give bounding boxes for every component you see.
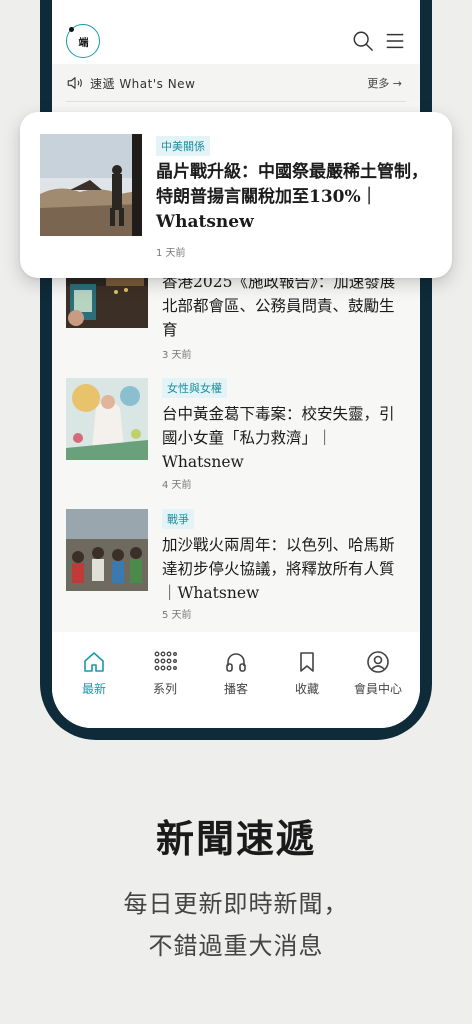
- bottom-tab-bar: 最新 系列 播客 收藏 會員中心: [52, 632, 420, 728]
- article-tag[interactable]: 女性與女權: [162, 378, 227, 398]
- grid-icon: [154, 651, 177, 671]
- promo-line-1: 每日更新即時新聞，: [123, 890, 349, 918]
- tab-member-center[interactable]: 會員中心: [343, 650, 413, 697]
- search-icon[interactable]: [352, 30, 374, 52]
- article-time: 3 天前: [162, 350, 192, 361]
- tab-label: 最新: [81, 682, 106, 696]
- whats-new-bar[interactable]: 速遞 What's New 更多 →: [52, 64, 420, 102]
- featured-time: 1 天前: [156, 248, 186, 259]
- article-time: 4 天前: [162, 480, 192, 491]
- article-time: 5 天前: [162, 610, 192, 621]
- home-icon: [84, 652, 104, 672]
- whats-new-label: 速遞 What's New: [90, 77, 196, 91]
- article-title: 香港2025《施政報告》：加速發展北部都會區、公務員問責、鼓勵生育: [162, 273, 396, 339]
- tab-podcast[interactable]: 播客: [201, 650, 271, 697]
- top-bar: 端: [52, 0, 420, 64]
- featured-title: 晶片戰升級：中國祭最嚴稀土管制，特朗普揚言關稅加至130%｜Whatsnew: [156, 162, 428, 232]
- logo-dot: [69, 27, 74, 32]
- more-link[interactable]: 更多 →: [367, 75, 402, 91]
- tab-label: 收藏: [294, 682, 319, 696]
- tab-latest[interactable]: 最新: [59, 650, 129, 697]
- headphones-icon: [226, 653, 246, 672]
- tab-label: 會員中心: [353, 682, 402, 696]
- bookmark-icon: [300, 652, 314, 672]
- promo-headline: 新聞速遞: [155, 816, 316, 861]
- promo-line-2: 不錯過重大消息: [148, 932, 324, 960]
- article-title: 台中黃金葛下毒案：校安失靈，引國小女童「私力救濟」｜Whatsnew: [162, 405, 395, 471]
- list-item[interactable]: 戰爭 加沙戰火兩周年：以色列、哈馬斯達初步停火協議，將釋放所有人質｜Whatsn…: [66, 509, 406, 629]
- divider: [66, 101, 406, 102]
- article-thumbnail: [66, 509, 148, 591]
- app-screen: 端 速遞 What's New 更多 → 香港2025《施政報告》：加速發展北部…: [52, 0, 420, 728]
- menu-icon[interactable]: [384, 30, 406, 52]
- article-thumbnail: [66, 378, 148, 460]
- featured-thumbnail: [40, 134, 142, 236]
- featured-article-card[interactable]: 中美關係 晶片戰升級：中國祭最嚴稀土管制，特朗普揚言關稅加至130%｜Whats…: [20, 112, 452, 278]
- tab-series[interactable]: 系列: [130, 650, 200, 697]
- tab-bookmarks[interactable]: 收藏: [272, 650, 342, 697]
- user-icon: [367, 651, 389, 673]
- tab-label: 系列: [152, 682, 177, 696]
- app-logo[interactable]: 端: [66, 24, 100, 58]
- logo-text: 端: [78, 37, 89, 49]
- tab-label: 播客: [223, 682, 248, 696]
- article-title: 加沙戰火兩周年：以色列、哈馬斯達初步停火協議，將釋放所有人質｜Whatsnew: [162, 536, 395, 602]
- featured-tag[interactable]: 中美關係: [156, 136, 210, 156]
- speaker-icon: [67, 77, 82, 89]
- article-tag[interactable]: 戰爭: [162, 509, 194, 529]
- list-item[interactable]: 女性與女權 台中黃金葛下毒案：校安失靈，引國小女童「私力救濟」｜Whatsnew…: [66, 378, 406, 498]
